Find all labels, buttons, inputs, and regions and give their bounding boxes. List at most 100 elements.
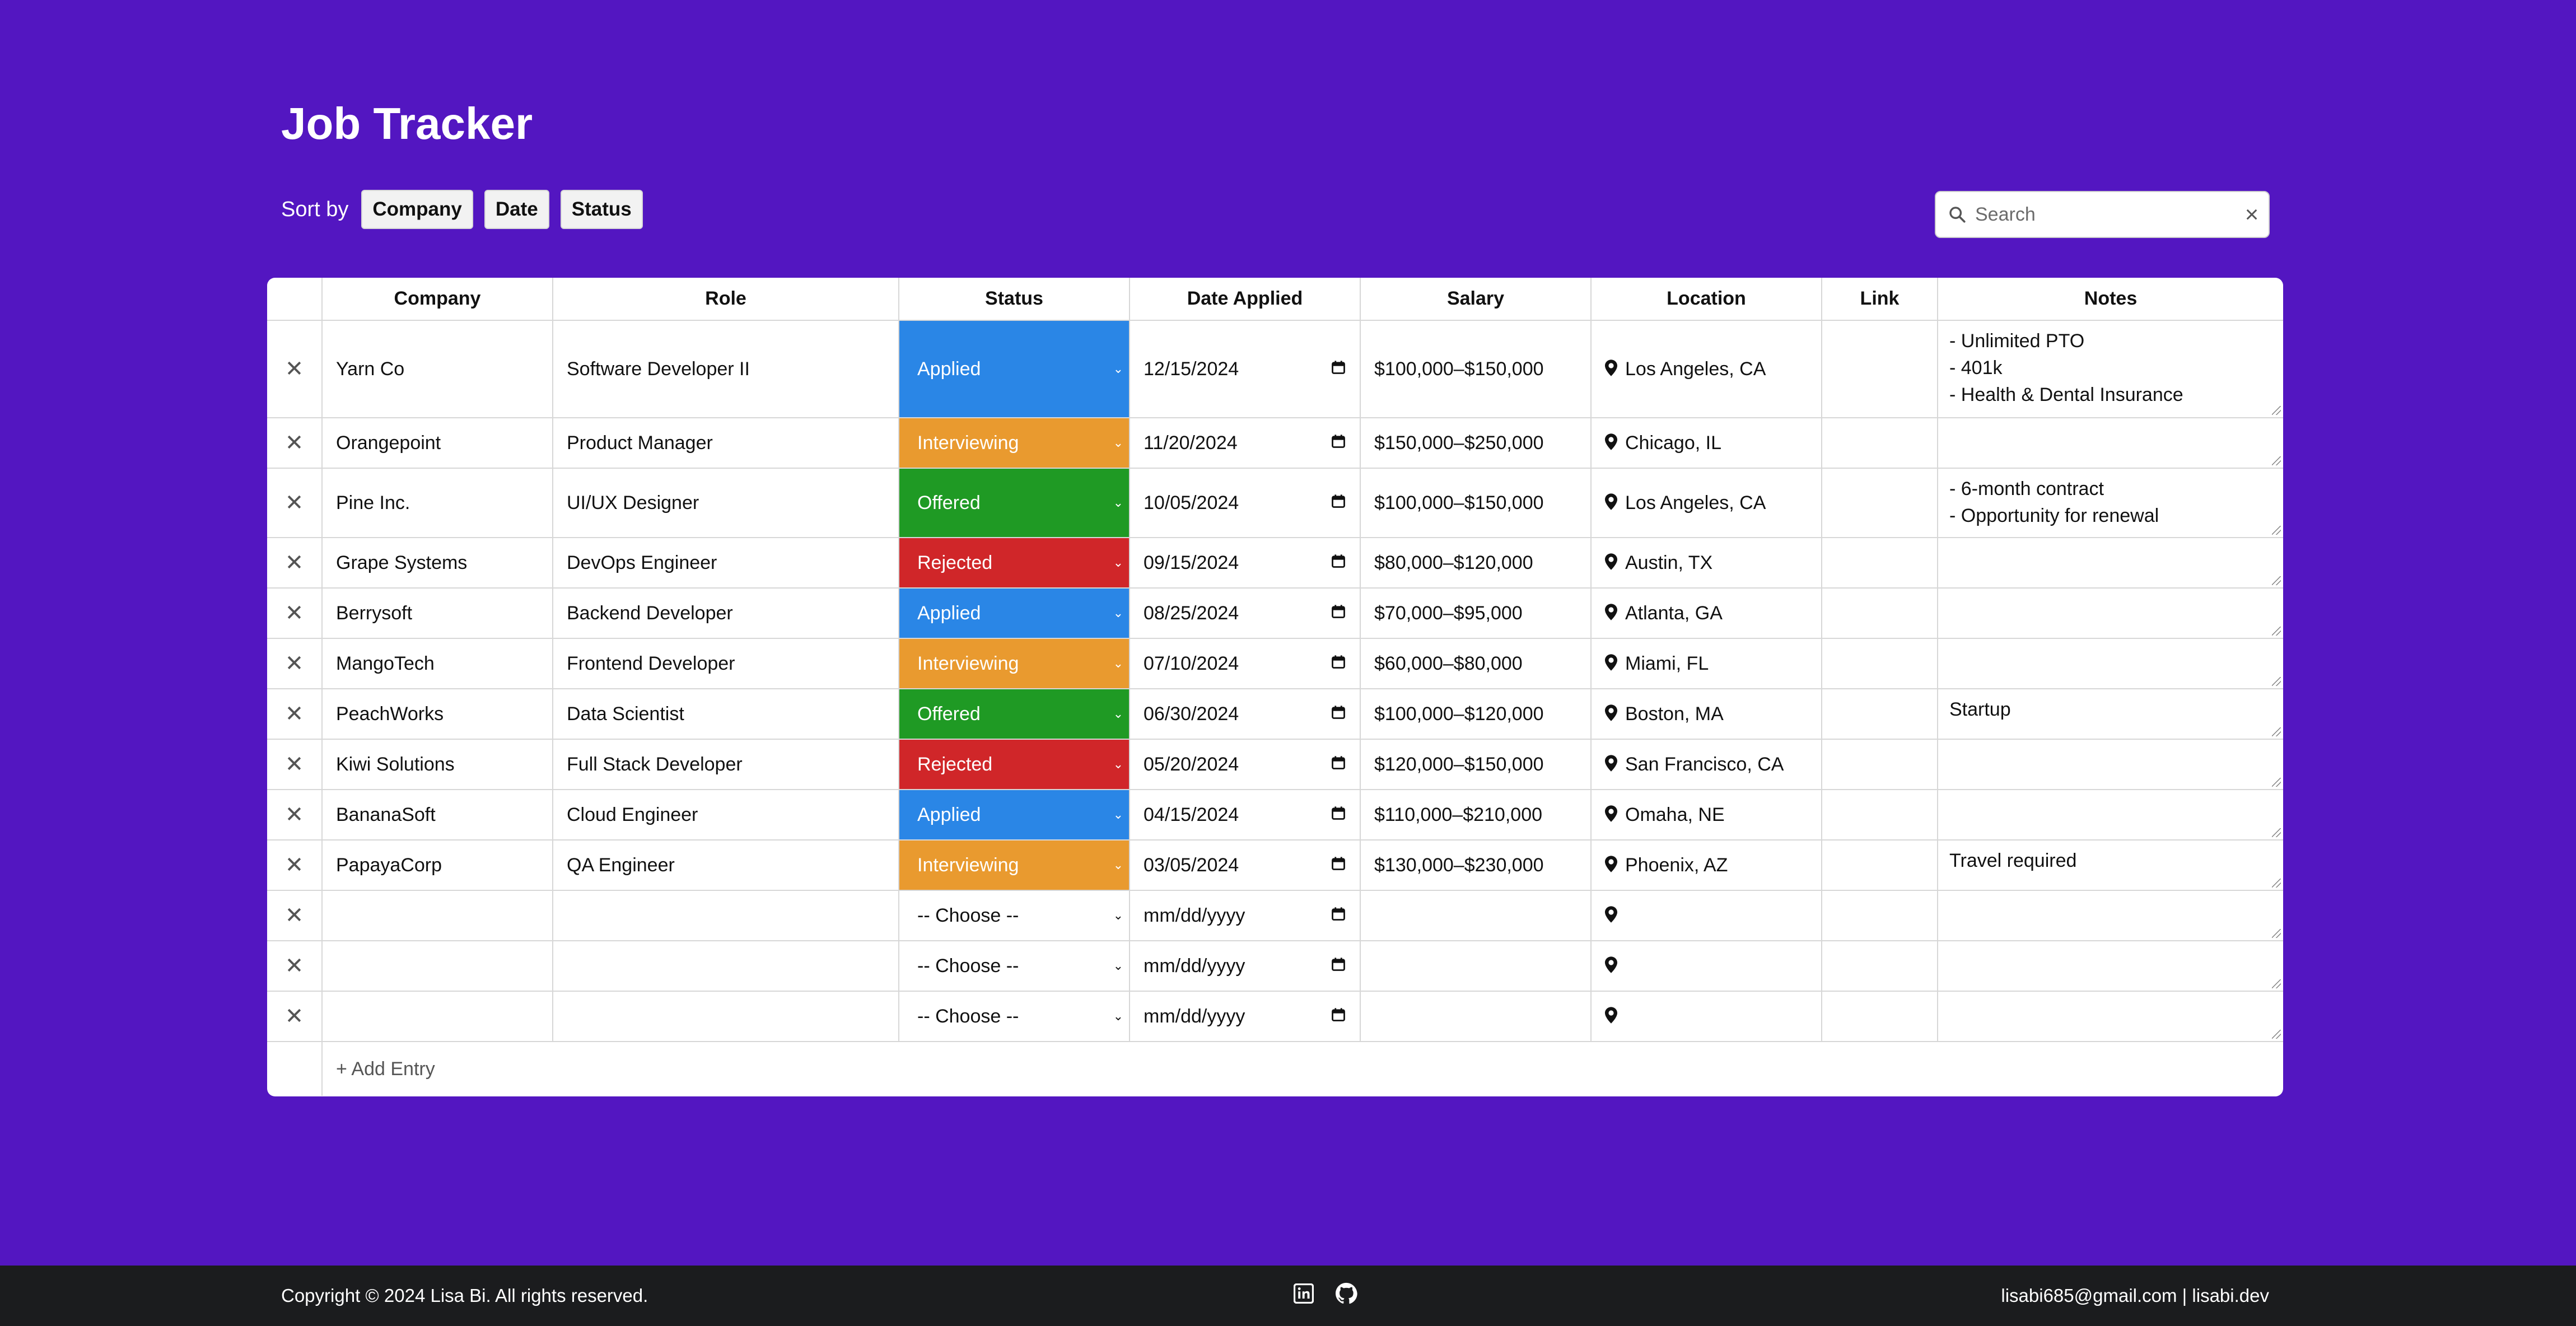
- search-input[interactable]: [1974, 203, 2235, 226]
- close-icon[interactable]: ✕: [285, 550, 304, 576]
- delete-row-button[interactable]: ✕: [267, 841, 323, 890]
- date-input[interactable]: 12/15/2024: [1130, 321, 1361, 417]
- resize-handle-icon[interactable]: [2272, 456, 2281, 465]
- salary-cell[interactable]: [1361, 891, 1592, 940]
- company-cell[interactable]: Orangepoint: [323, 418, 553, 468]
- salary-cell[interactable]: [1361, 992, 1592, 1041]
- link-cell[interactable]: [1822, 589, 1938, 638]
- salary-cell[interactable]: $100,000–$150,000: [1361, 321, 1592, 417]
- salary-cell[interactable]: $150,000–$250,000: [1361, 418, 1592, 468]
- link-cell[interactable]: [1822, 992, 1938, 1041]
- calendar-icon[interactable]: [1331, 552, 1346, 574]
- salary-cell[interactable]: $100,000–$150,000: [1361, 469, 1592, 537]
- location-cell[interactable]: Los Angeles, CA: [1592, 469, 1822, 537]
- location-cell[interactable]: Boston, MA: [1592, 689, 1822, 739]
- link-cell[interactable]: [1822, 469, 1938, 537]
- calendar-icon[interactable]: [1331, 432, 1346, 454]
- calendar-icon[interactable]: [1331, 955, 1346, 977]
- resize-handle-icon[interactable]: [2272, 727, 2281, 736]
- notes-textarea[interactable]: [1938, 941, 2283, 991]
- date-input[interactable]: 05/20/2024: [1130, 740, 1361, 789]
- close-icon[interactable]: ✕: [285, 490, 304, 516]
- calendar-icon[interactable]: [1331, 1006, 1346, 1028]
- company-cell[interactable]: Kiwi Solutions: [323, 740, 553, 789]
- close-icon[interactable]: ✕: [285, 953, 304, 979]
- resize-handle-icon[interactable]: [2272, 979, 2281, 988]
- delete-row-button[interactable]: ✕: [267, 992, 323, 1041]
- link-cell[interactable]: [1822, 790, 1938, 839]
- status-select[interactable]: Rejected ⌄: [899, 538, 1130, 587]
- status-select[interactable]: Applied ⌄: [899, 790, 1130, 839]
- calendar-icon[interactable]: [1331, 653, 1346, 675]
- resize-handle-icon[interactable]: [2272, 406, 2281, 415]
- delete-row-button[interactable]: ✕: [267, 891, 323, 940]
- status-select[interactable]: Interviewing ⌄: [899, 639, 1130, 688]
- company-cell[interactable]: PapayaCorp: [323, 841, 553, 890]
- link-cell[interactable]: [1822, 891, 1938, 940]
- close-icon[interactable]: ✕: [285, 600, 304, 626]
- location-cell[interactable]: Phoenix, AZ: [1592, 841, 1822, 890]
- link-cell[interactable]: [1822, 418, 1938, 468]
- delete-row-button[interactable]: ✕: [267, 740, 323, 789]
- notes-textarea[interactable]: - 6-month contract - Opportunity for ren…: [1938, 469, 2283, 537]
- delete-row-button[interactable]: ✕: [267, 321, 323, 417]
- salary-cell[interactable]: $110,000–$210,000: [1361, 790, 1592, 839]
- calendar-icon[interactable]: [1331, 703, 1346, 725]
- add-entry-button[interactable]: + Add Entry: [323, 1042, 435, 1096]
- resize-handle-icon[interactable]: [2272, 1030, 2281, 1039]
- status-select[interactable]: Interviewing ⌄: [899, 841, 1130, 890]
- notes-textarea[interactable]: [1938, 538, 2283, 587]
- delete-row-button[interactable]: ✕: [267, 689, 323, 739]
- calendar-icon[interactable]: [1331, 358, 1346, 380]
- notes-textarea[interactable]: Travel required: [1938, 841, 2283, 890]
- resize-handle-icon[interactable]: [2272, 929, 2281, 938]
- close-icon[interactable]: ✕: [285, 356, 304, 382]
- link-cell[interactable]: [1822, 689, 1938, 739]
- status-select[interactable]: Interviewing ⌄: [899, 418, 1130, 468]
- role-cell[interactable]: Data Scientist: [553, 689, 899, 739]
- resize-handle-icon[interactable]: [2272, 778, 2281, 787]
- role-cell[interactable]: DevOps Engineer: [553, 538, 899, 587]
- date-input[interactable]: 06/30/2024: [1130, 689, 1361, 739]
- status-select[interactable]: -- Choose -- ⌄: [899, 891, 1130, 940]
- delete-row-button[interactable]: ✕: [267, 469, 323, 537]
- salary-cell[interactable]: $80,000–$120,000: [1361, 538, 1592, 587]
- close-icon[interactable]: ✕: [285, 651, 304, 676]
- delete-row-button[interactable]: ✕: [267, 589, 323, 638]
- company-cell[interactable]: Berrysoft: [323, 589, 553, 638]
- location-cell[interactable]: [1592, 891, 1822, 940]
- status-select[interactable]: Applied ⌄: [899, 321, 1130, 417]
- delete-row-button[interactable]: ✕: [267, 538, 323, 587]
- date-input[interactable]: mm/dd/yyyy: [1130, 992, 1361, 1041]
- salary-cell[interactable]: $120,000–$150,000: [1361, 740, 1592, 789]
- location-cell[interactable]: Austin, TX: [1592, 538, 1822, 587]
- location-cell[interactable]: Omaha, NE: [1592, 790, 1822, 839]
- location-cell[interactable]: Los Angeles, CA: [1592, 321, 1822, 417]
- date-input[interactable]: mm/dd/yyyy: [1130, 891, 1361, 940]
- calendar-icon[interactable]: [1331, 855, 1346, 876]
- link-cell[interactable]: [1822, 941, 1938, 991]
- link-cell[interactable]: [1822, 639, 1938, 688]
- date-input[interactable]: 07/10/2024: [1130, 639, 1361, 688]
- status-select[interactable]: Applied ⌄: [899, 589, 1130, 638]
- link-cell[interactable]: [1822, 841, 1938, 890]
- resize-handle-icon[interactable]: [2272, 627, 2281, 636]
- notes-textarea[interactable]: [1938, 639, 2283, 688]
- resize-handle-icon[interactable]: [2272, 879, 2281, 888]
- resize-handle-icon[interactable]: [2272, 576, 2281, 585]
- role-cell[interactable]: Product Manager: [553, 418, 899, 468]
- company-cell[interactable]: MangoTech: [323, 639, 553, 688]
- link-cell[interactable]: [1822, 321, 1938, 417]
- role-cell[interactable]: [553, 941, 899, 991]
- role-cell[interactable]: Full Stack Developer: [553, 740, 899, 789]
- close-icon[interactable]: ✕: [285, 802, 304, 828]
- notes-textarea[interactable]: [1938, 589, 2283, 638]
- status-select[interactable]: -- Choose -- ⌄: [899, 992, 1130, 1041]
- company-cell[interactable]: Yarn Co: [323, 321, 553, 417]
- sort-company-button[interactable]: Company: [361, 190, 473, 229]
- company-cell[interactable]: PeachWorks: [323, 689, 553, 739]
- notes-textarea[interactable]: [1938, 992, 2283, 1041]
- salary-cell[interactable]: $70,000–$95,000: [1361, 589, 1592, 638]
- clear-search-icon[interactable]: ×: [2235, 201, 2269, 228]
- calendar-icon[interactable]: [1331, 754, 1346, 776]
